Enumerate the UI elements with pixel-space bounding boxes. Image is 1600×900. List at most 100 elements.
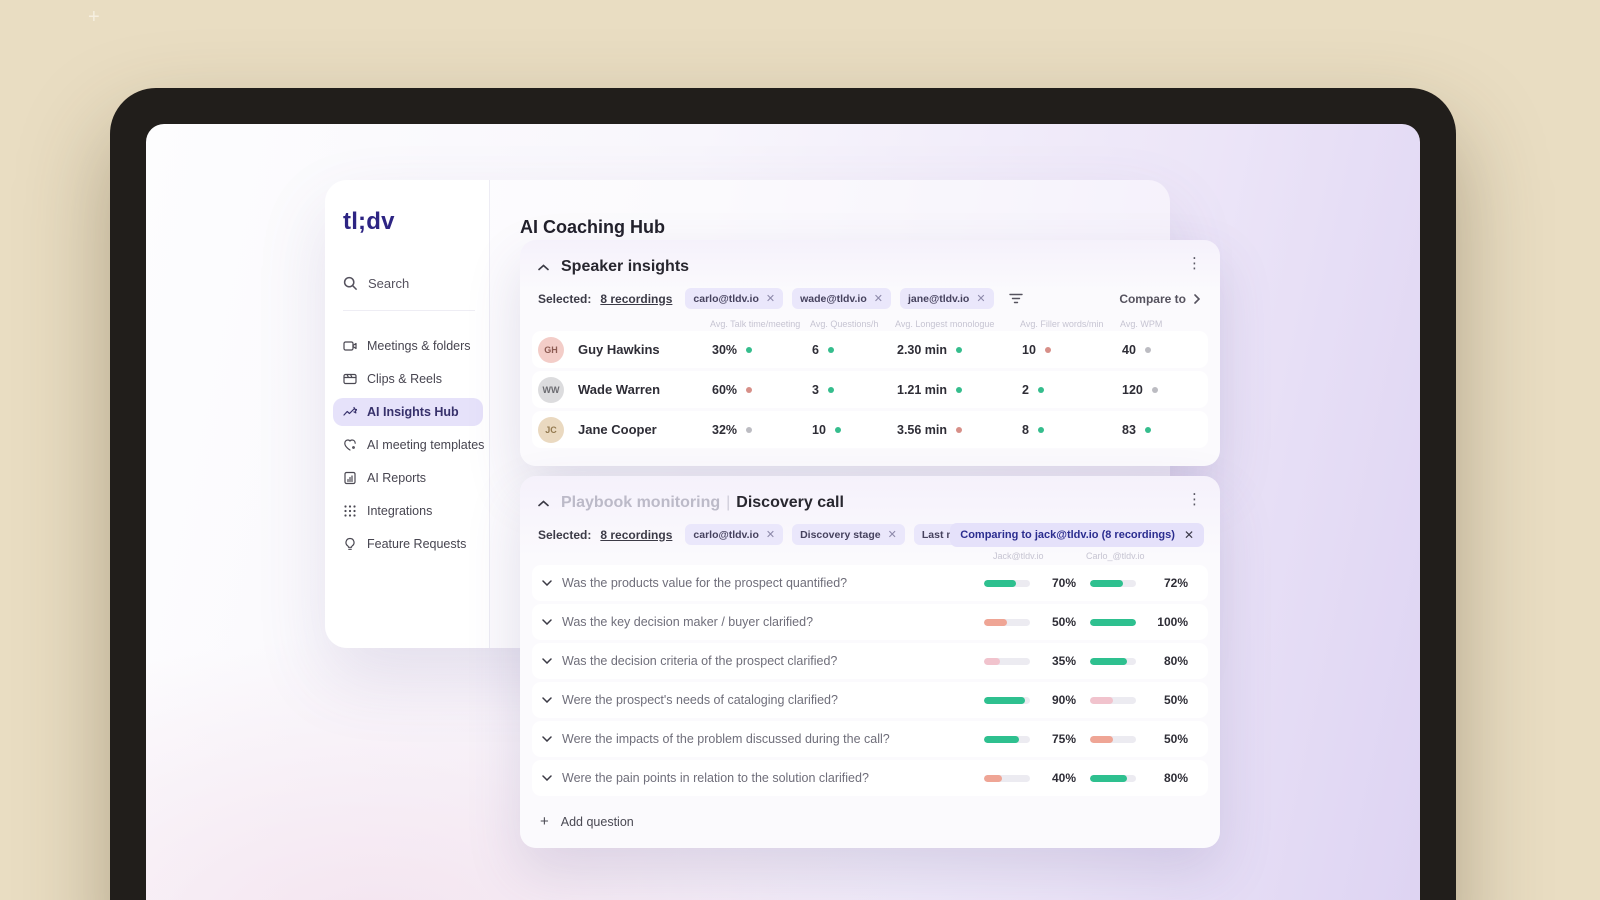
metric-cell: 60% (710, 383, 810, 397)
page-title: AI Coaching Hub (520, 217, 665, 237)
question-text: Were the impacts of the problem discusse… (562, 732, 890, 746)
metric-cell: 120 (1120, 383, 1208, 397)
sidebar-item-label: AI Reports (367, 471, 427, 485)
selected-label: Selected: (538, 291, 592, 306)
question-row[interactable]: Were the prospect's needs of cataloging … (532, 682, 1208, 718)
collapse-speaker-button[interactable] (538, 263, 549, 271)
filter-chip-playbook-0[interactable]: carlo@tldv.io ✕ (685, 524, 784, 545)
filter-chip-playbook-1[interactable]: Discovery stage ✕ (792, 524, 905, 545)
filter-chip-speaker-2[interactable]: jane@tldv.io ✕ (899, 288, 994, 309)
playbook-menu-button[interactable]: ⋮ (1184, 492, 1206, 507)
close-icon[interactable]: ✕ (1184, 528, 1194, 542)
percent-jack: 35% (1051, 654, 1076, 668)
metric-value: 1.21 min (897, 382, 948, 397)
add-question-button[interactable]: + Add question (532, 804, 1208, 839)
progress-bar-jack (984, 657, 1030, 665)
progress-bar-carlo (1090, 735, 1136, 743)
filter-chip-label: carlo@tldv.io (693, 292, 759, 305)
speaker-insights-panel: Speaker insights ⋮ Selected: 8 recording… (520, 240, 1220, 466)
status-dot-red (746, 386, 753, 393)
question-row[interactable]: Was the products value for the prospect … (532, 565, 1208, 601)
decor-plus: + (88, 6, 100, 28)
column-header: Avg. Questions/h (810, 319, 879, 329)
chevron-down-icon[interactable] (532, 775, 562, 781)
progress-bar-jack (984, 696, 1030, 704)
column-jack: Jack@tldv.io (993, 551, 1044, 561)
screen: tl;dv Search Meetings & folders Clips & R… (146, 124, 1420, 900)
speaker-table-header: Avg. Talk time/meeting Avg. Questions/h Av… (520, 309, 1220, 331)
sidebar-item-ai-insights-hub[interactable]: AI Insights Hub (333, 398, 483, 426)
progress-bar-carlo (1090, 657, 1136, 665)
close-icon[interactable]: ✕ (874, 292, 883, 305)
playbook-title: Discovery call (736, 494, 844, 511)
table-row[interactable]: WW Wade Warren 60% 3 1.21 min 2 120 (532, 371, 1208, 408)
sidebar-item-ai-reports[interactable]: AI Reports (333, 464, 483, 492)
metric-cell: 2 (1020, 383, 1120, 397)
comparing-chip-label: Comparing to jack@tldv.io (8 recordings) (960, 528, 1175, 541)
compare-to-button[interactable]: Compare to (1119, 292, 1200, 306)
metric-value: 60% (712, 382, 738, 397)
tldv-logo[interactable]: tl;dv (343, 208, 395, 236)
percent-carlo: 80% (1163, 771, 1188, 785)
percent-jack: 75% (1051, 732, 1076, 746)
sidebar-item-label: Feature Requests (367, 537, 467, 551)
close-icon[interactable]: ✕ (766, 528, 775, 541)
sidebar-divider (343, 310, 475, 311)
selected-recordings-link[interactable]: 8 recordings (600, 528, 672, 542)
chevron-down-icon[interactable] (532, 580, 562, 586)
selected-recordings-link[interactable]: 8 recordings (600, 292, 672, 306)
question-row[interactable]: Was the decision criteria of the prospec… (532, 643, 1208, 679)
search-input[interactable]: Search (343, 276, 409, 291)
status-dot-red (1044, 346, 1051, 353)
laptop-frame: tl;dv Search Meetings & folders Clips & R… (110, 88, 1456, 900)
sidebar-item-integrations[interactable]: Integrations (333, 497, 483, 525)
metric-cell: 6 (810, 343, 895, 357)
metric-cell: 2.30 min (895, 343, 1020, 357)
filter-chip-speaker-1[interactable]: wade@tldv.io ✕ (792, 288, 891, 309)
filter-chip-label: jane@tldv.io (907, 292, 970, 305)
sidebar-nav: Meetings & folders Clips & Reels AI Insigh… (333, 332, 484, 563)
comparing-chip[interactable]: Comparing to jack@tldv.io (8 recordings)… (950, 522, 1204, 547)
sidebar-item-ai-meeting-templates[interactable]: AI meeting templates (333, 431, 484, 459)
percent-carlo: 72% (1163, 576, 1188, 590)
question-row[interactable]: Were the pain points in relation to the … (532, 760, 1208, 796)
metric-value: 40 (1122, 342, 1136, 357)
close-icon[interactable]: ✕ (766, 292, 775, 305)
question-text: Were the pain points in relation to the … (562, 771, 869, 785)
filter-chip-speaker-0[interactable]: carlo@tldv.io ✕ (685, 288, 784, 309)
sidebar-item-feature-requests[interactable]: Feature Requests (333, 530, 483, 558)
table-row[interactable]: GH Guy Hawkins 30% 6 2.30 min 10 40 (532, 331, 1208, 368)
chevron-down-icon[interactable] (532, 619, 562, 625)
status-dot-green (956, 386, 963, 393)
progress-bar-jack (984, 735, 1030, 743)
metric-value: 8 (1022, 422, 1029, 437)
question-row[interactable]: Were the impacts of the problem discusse… (532, 721, 1208, 757)
metric-value: 3 (812, 382, 819, 397)
progress-bar-jack (984, 579, 1030, 587)
sidebar-item-meetings-folders[interactable]: Meetings & folders (333, 332, 483, 360)
question-row[interactable]: Was the key decision maker / buyer clari… (532, 604, 1208, 640)
sidebar-item-clips-reels[interactable]: Clips & Reels (333, 365, 483, 393)
chevron-down-icon[interactable] (532, 658, 562, 664)
status-dot-green (827, 346, 834, 353)
percent-jack: 70% (1051, 576, 1076, 590)
collapse-playbook-button[interactable] (538, 499, 549, 507)
progress-bar-jack (984, 618, 1030, 626)
table-row[interactable]: JC Jane Cooper 32% 10 3.56 min 8 83 (532, 411, 1208, 448)
progress-bar-carlo (1090, 579, 1136, 587)
video-camera-icon (343, 341, 357, 351)
column-header: Avg. Filler words/min (1020, 319, 1104, 329)
progress-fill (984, 579, 1017, 587)
percent-carlo: 50% (1163, 732, 1188, 746)
speaker-menu-button[interactable]: ⋮ (1184, 256, 1206, 271)
sidebar-item-label: AI Insights Hub (367, 405, 459, 419)
status-dot-green (834, 426, 841, 433)
filter-icon[interactable] (1008, 293, 1023, 304)
filter-chip-label: carlo@tldv.io (693, 528, 759, 541)
chevron-down-icon[interactable] (532, 736, 562, 742)
status-dot-gray (1144, 346, 1151, 353)
close-icon[interactable]: ✕ (888, 528, 897, 541)
chevron-down-icon[interactable] (532, 697, 562, 703)
close-icon[interactable]: ✕ (976, 292, 985, 305)
report-icon (344, 471, 356, 485)
